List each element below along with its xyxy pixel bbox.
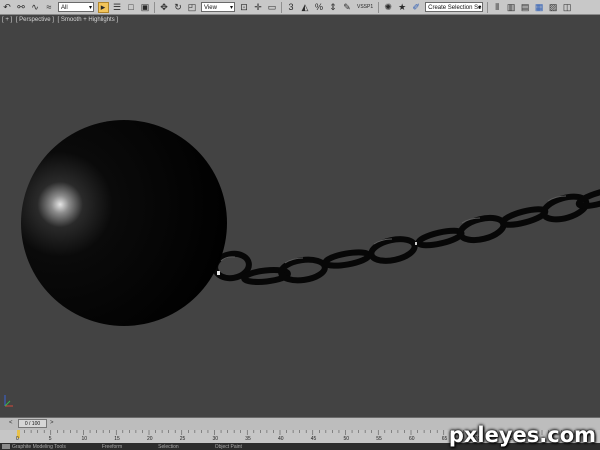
chevron-down-icon: ▾: [229, 5, 233, 11]
viewport-menu-plus[interactable]: [ + ]: [2, 17, 12, 23]
ruler-tick-label: 15: [114, 436, 120, 442]
status-tab-object-paint[interactable]: Object Paint: [215, 444, 242, 450]
selection-filter-dropdown[interactable]: All ▾: [58, 2, 94, 12]
viewport-view-label[interactable]: [ Perspective ]: [16, 17, 54, 23]
gear-icon[interactable]: ✺: [383, 2, 394, 13]
chain-link: [368, 236, 418, 264]
named-selection-value: Create Selection Se: [428, 5, 482, 11]
ruler-tick-label: 50: [343, 436, 350, 442]
snap-toggle-icon[interactable]: 3: [286, 2, 297, 13]
mirror-icon[interactable]: ⫴: [492, 2, 503, 13]
chain-link: [499, 206, 549, 228]
spinner-label: VSSP1: [357, 4, 374, 10]
reference-coordinate-value: View: [204, 5, 217, 11]
ruler-tick-label: 30: [212, 436, 219, 442]
ruler-tick-label: 65: [441, 436, 448, 442]
next-frame-arrow[interactable]: >: [50, 420, 54, 426]
ruler-tick-label: 0: [16, 436, 19, 442]
chevron-down-icon: ▾: [478, 5, 482, 11]
undo-icon[interactable]: ↶: [2, 2, 13, 13]
chain: [212, 186, 600, 285]
ruler-tick-label: 10: [81, 436, 88, 442]
select-object-icon[interactable]: ▸: [97, 1, 109, 13]
layer-manager-icon[interactable]: ▤: [520, 2, 531, 13]
select-by-name-icon[interactable]: ☰: [112, 2, 123, 13]
spinner-snap-icon[interactable]: ⇕: [328, 2, 339, 13]
ruler-tick-label: 55: [376, 436, 382, 442]
viewport-label[interactable]: [ + ] [ Perspective ] [ Smooth + Highlig…: [2, 17, 120, 23]
status-tab-freeform[interactable]: Freeform: [102, 444, 122, 450]
status-tab-graphite[interactable]: Graphite Modeling Tools: [12, 444, 66, 450]
chevron-down-icon: ▾: [88, 5, 92, 11]
viewport-shading-label[interactable]: [ Smooth + Highlights ]: [58, 17, 119, 23]
chain-link: [575, 186, 600, 210]
schematic-view-icon[interactable]: ◫: [562, 2, 573, 13]
toolbar-separator: [281, 1, 282, 13]
ruler-tick-label: 35: [245, 436, 251, 442]
unlink-icon[interactable]: ∿: [30, 2, 41, 13]
angle-snap-icon[interactable]: ◭: [300, 2, 311, 13]
axis-tripod-icon: [4, 395, 13, 407]
percent-snap-icon[interactable]: %: [314, 2, 325, 13]
chain-link: [415, 227, 465, 249]
snap-label: 3: [288, 1, 294, 12]
chain-link: [457, 214, 507, 244]
selection-filter-value: All: [61, 5, 68, 11]
edit-named-icon[interactable]: ✐: [411, 2, 422, 13]
percent-snap-label: %: [314, 1, 323, 12]
pivot-center-icon[interactable]: ⊡: [239, 2, 250, 13]
scale-icon[interactable]: ◰: [187, 2, 198, 13]
select-manipulate-icon[interactable]: ✛: [253, 2, 264, 13]
ruler-tick-label: 5: [48, 436, 52, 442]
ruler-tick-label: 20: [147, 436, 153, 442]
reference-coordinate-dropdown[interactable]: View ▾: [201, 2, 235, 12]
bind-space-warp-icon[interactable]: ≈: [44, 2, 55, 13]
status-tab-selection[interactable]: Selection: [158, 444, 179, 450]
select-and-link-icon[interactable]: ⚯: [16, 2, 27, 13]
scene-render: [21, 120, 600, 326]
watermark-text: pxleyes.com: [448, 423, 596, 447]
frame-counter: 0 / 100: [24, 421, 41, 427]
keyboard-shortcut-icon[interactable]: ▭: [267, 2, 278, 13]
ribbon-icon[interactable]: [2, 444, 10, 449]
ribbon-toggle-icon[interactable]: ▦: [534, 2, 545, 13]
chain-link: [322, 249, 372, 269]
rotate-icon[interactable]: ↻: [173, 2, 184, 13]
previous-frame-arrow[interactable]: <: [9, 420, 13, 426]
star-icon[interactable]: ★: [397, 2, 408, 13]
ruler-tick-label: 25: [179, 436, 186, 442]
move-icon[interactable]: ✥: [159, 2, 170, 13]
main-toolbar: ↶ ⚯ ∿ ≈ All ▾ ▸ ☰ □ ▣ ✥ ↻ ◰ View ▾ ⊡ ✛ ▭…: [0, 0, 600, 15]
toolbar-separator: [487, 1, 489, 13]
align-icon[interactable]: ▥: [506, 2, 517, 13]
curve-editor-icon[interactable]: ▨: [548, 2, 559, 13]
named-selection-dropdown[interactable]: Create Selection Se ▾: [425, 2, 484, 12]
chain-highlights: [220, 195, 567, 264]
wrecking-ball: [21, 120, 227, 326]
toolbar-separator: [378, 1, 380, 13]
rectangular-selection-icon[interactable]: □: [126, 2, 137, 13]
toolbar-separator: [154, 1, 155, 13]
edit-named-selection-icon[interactable]: ✎: [342, 2, 353, 13]
ruler-tick-label: 60: [409, 436, 415, 442]
ruler-tick-label: 40: [278, 436, 284, 442]
window-crossing-icon[interactable]: ▣: [140, 2, 151, 13]
perspective-viewport[interactable]: [ + ] [ Perspective ] [ Smooth + Highlig…: [0, 15, 600, 417]
ruler-tick-label: 45: [310, 436, 317, 442]
time-slider-handle[interactable]: 0 / 100: [18, 419, 47, 428]
